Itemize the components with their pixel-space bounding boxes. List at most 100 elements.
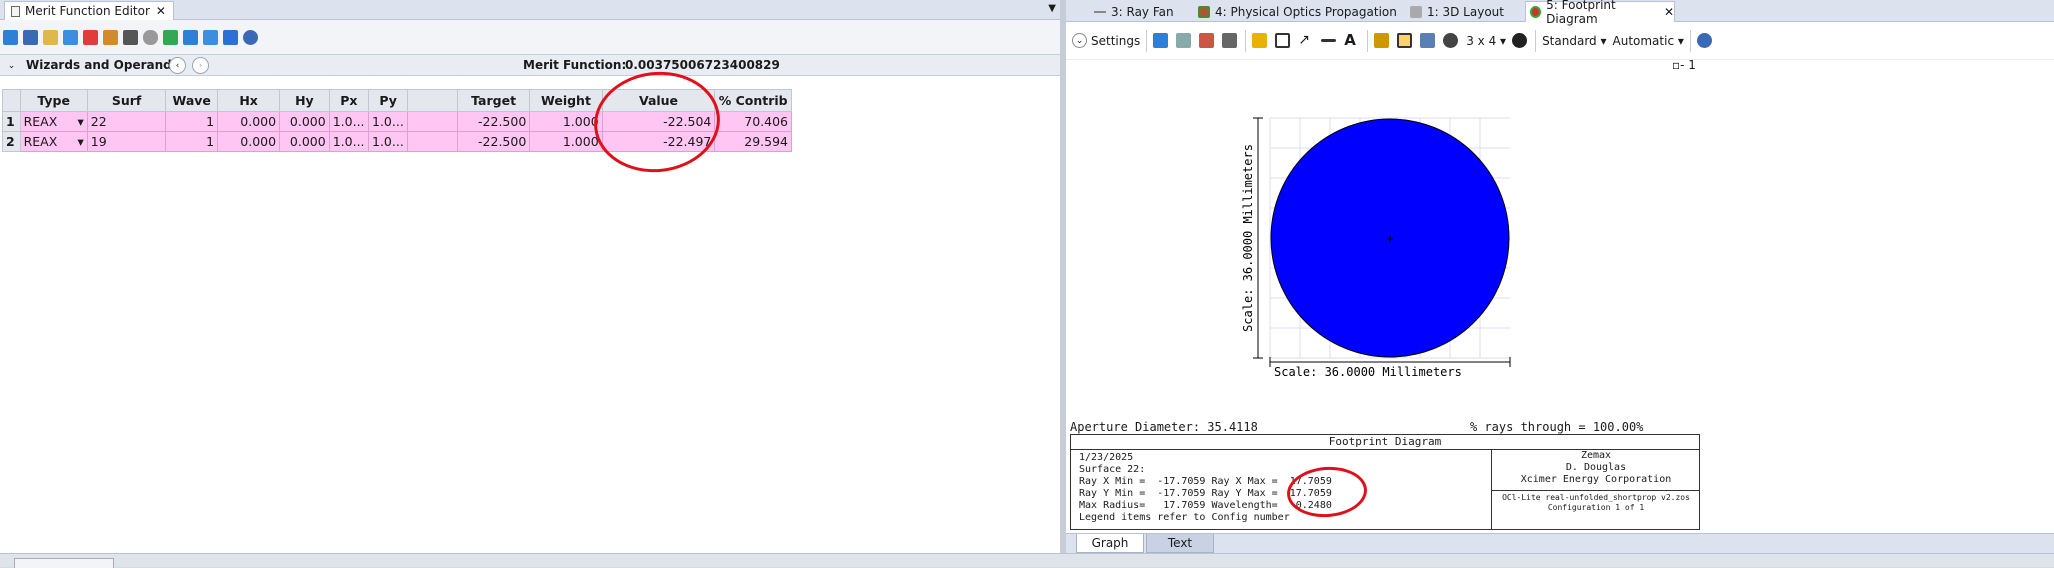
document-icon: [11, 6, 20, 17]
delete-icon[interactable]: [83, 29, 98, 45]
close-icon[interactable]: ✕: [1664, 5, 1674, 19]
company-line: Xcimer Energy Corporation: [1520, 474, 1672, 485]
export-icon[interactable]: [1199, 33, 1215, 48]
table-row[interactable]: 2 REAX ▾ 19 1 0.000 0.000 1.0... 1.0... -…: [2, 131, 792, 152]
chevron-left-icon[interactable]: ‹: [169, 57, 186, 74]
tab-merit-function-editor[interactable]: Merit Function Editor ✕: [4, 1, 174, 20]
help-icon[interactable]: [243, 29, 258, 45]
grid-layout-dropdown[interactable]: 3 x 4 ▾: [1466, 34, 1506, 48]
standard-dropdown[interactable]: Standard ▾: [1542, 34, 1606, 48]
table-cell[interactable]: -22.500: [456, 111, 531, 132]
open-icon[interactable]: [43, 29, 58, 45]
table-cell[interactable]: 22: [86, 111, 167, 132]
save-icon[interactable]: [23, 29, 38, 45]
chevron-down-icon[interactable]: ⌄: [3, 57, 20, 74]
table-cell[interactable]: 1.000: [529, 131, 603, 152]
close-icon[interactable]: ✕: [156, 4, 166, 18]
table-cell[interactable]: 0.000: [217, 131, 281, 152]
tools-icon[interactable]: [103, 29, 118, 45]
tab-3d-layout[interactable]: 1: 3D Layout: [1406, 1, 1522, 22]
table-cell[interactable]: 0.000: [217, 111, 281, 132]
column-header[interactable]: Px: [328, 89, 370, 112]
pencil-icon[interactable]: [1252, 33, 1268, 48]
table-cell[interactable]: 1.0...: [367, 131, 409, 152]
table-cell[interactable]: 1.0...: [328, 111, 370, 132]
refresh-icon[interactable]: [3, 29, 18, 45]
tab-ray-fan[interactable]: 3: Ray Fan: [1090, 1, 1190, 22]
copy-icon[interactable]: [1176, 33, 1192, 48]
table-cell[interactable]: 0.000: [279, 111, 330, 132]
column-header[interactable]: Hx: [217, 89, 281, 112]
table-cell[interactable]: -22.500: [456, 131, 531, 152]
tab-footprint-diagram[interactable]: 5: Footprint Diagram ✕: [1525, 0, 1675, 26]
undo-icon[interactable]: [183, 29, 198, 45]
column-header[interactable]: [407, 89, 458, 112]
swap-icon[interactable]: [163, 29, 178, 45]
row-number[interactable]: 2: [2, 131, 21, 152]
power-icon[interactable]: [1512, 33, 1528, 48]
table-header-row: Type Surf Wave Hx Hy Px Py Target Weight…: [2, 89, 792, 112]
type-cell[interactable]: REAX ▾: [19, 131, 88, 152]
info-configuration: Configuration 1 of 1: [1547, 503, 1645, 512]
table-cell[interactable]: -22.504: [601, 111, 716, 132]
rectangle-icon[interactable]: [1275, 33, 1291, 48]
type-cell[interactable]: REAX ▾: [19, 111, 88, 132]
expand-icon[interactable]: [203, 29, 218, 45]
table-cell[interactable]: [407, 131, 458, 152]
dropdown-arrow-icon[interactable]: ▾: [78, 134, 84, 149]
column-header[interactable]: Weight: [529, 89, 603, 112]
table-cell[interactable]: 0.000: [279, 131, 330, 152]
table-row[interactable]: 1 REAX ▾ 22 1 0.000 0.000 1.0... 1.0... -…: [2, 111, 792, 132]
insert-icon[interactable]: [63, 29, 78, 45]
arrow-icon[interactable]: ↗: [1298, 33, 1313, 48]
horizontal-scale-label: Scale: 36.0000 Millimeters: [1274, 365, 1462, 379]
table-cell[interactable]: 1: [165, 111, 219, 132]
table-cell[interactable]: 19: [86, 131, 167, 152]
column-header[interactable]: Hy: [279, 89, 330, 112]
row-number[interactable]: 1: [2, 111, 21, 132]
tab-physical-optics[interactable]: 4: Physical Optics Propagation: [1194, 1, 1404, 22]
tab-label: 5: Footprint Diagram: [1546, 0, 1616, 26]
toggle-icon[interactable]: [143, 29, 158, 45]
help-icon[interactable]: [1696, 33, 1712, 48]
table-cell[interactable]: 70.406: [714, 111, 792, 132]
lock-icon[interactable]: [1374, 33, 1390, 48]
table-cell[interactable]: 29.594: [714, 131, 792, 152]
table-cell[interactable]: 1.0...: [367, 111, 409, 132]
table-cell[interactable]: 1.000: [529, 111, 603, 132]
column-header[interactable]: % Contrib: [714, 89, 792, 112]
table-cell[interactable]: 1.0...: [328, 131, 370, 152]
rays-through: % rays through = 100.00%: [1470, 420, 1644, 434]
settings-button[interactable]: ⌄ Settings: [1072, 33, 1140, 48]
editor-toolbar: [0, 20, 1060, 54]
tab-text[interactable]: Text: [1146, 534, 1214, 553]
fit-icon[interactable]: [1397, 33, 1413, 48]
column-header[interactable]: Surf: [86, 89, 167, 112]
column-header[interactable]: Value: [601, 89, 716, 112]
table-cell[interactable]: 1: [165, 131, 219, 152]
table-cell[interactable]: [407, 111, 458, 132]
ray-fan-icon: [1094, 10, 1106, 13]
text-icon[interactable]: A: [1344, 33, 1359, 48]
table-cell[interactable]: -22.497: [601, 131, 716, 152]
print-icon[interactable]: [1222, 33, 1238, 48]
window-icon[interactable]: [1420, 33, 1436, 48]
column-header[interactable]: Wave: [165, 89, 219, 112]
line-icon[interactable]: [1321, 39, 1337, 42]
center-marker: +: [1386, 234, 1394, 245]
layers-icon[interactable]: [1443, 33, 1459, 48]
chevron-right-icon[interactable]: ›: [192, 57, 209, 74]
pane-menu-icon[interactable]: ▼: [1048, 3, 1056, 14]
arrow-right-icon[interactable]: [223, 29, 238, 45]
dropdown-arrow-icon[interactable]: ▾: [78, 114, 84, 129]
column-header[interactable]: [2, 89, 21, 112]
column-header[interactable]: Type: [19, 89, 88, 112]
record-icon[interactable]: [123, 29, 138, 45]
automatic-dropdown[interactable]: Automatic ▾: [1613, 34, 1684, 48]
column-header[interactable]: Py: [367, 89, 409, 112]
refresh-icon[interactable]: [1153, 33, 1169, 48]
tab-graph[interactable]: Graph: [1076, 534, 1144, 553]
vertical-scale-label: Scale: 36.0000 Millimeters: [1241, 144, 1255, 332]
wizards-label[interactable]: Wizards and Operands: [26, 58, 179, 72]
column-header[interactable]: Target: [456, 89, 531, 112]
